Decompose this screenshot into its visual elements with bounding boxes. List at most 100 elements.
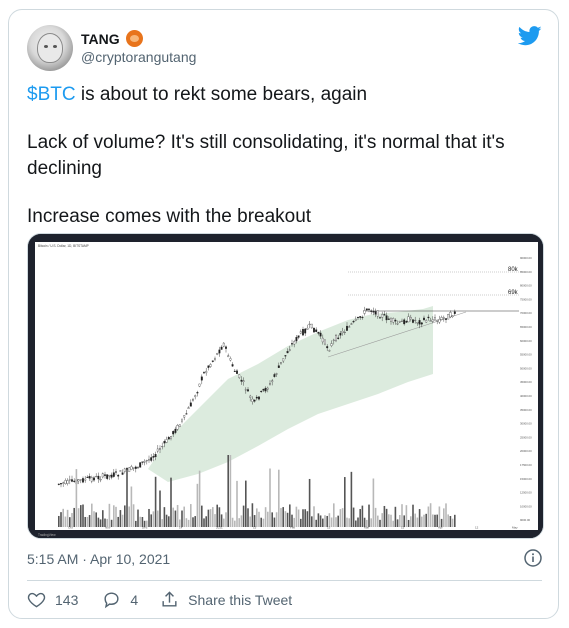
candle (88, 476, 91, 479)
candle (339, 333, 342, 336)
reply-button[interactable]: 4 (102, 590, 138, 609)
candle (233, 370, 236, 372)
volume-bar (280, 508, 282, 527)
candle (66, 480, 69, 484)
candle (405, 320, 408, 323)
volume-bar (348, 518, 350, 527)
candle (62, 482, 65, 484)
share-button[interactable]: Share this Tweet (160, 590, 292, 609)
candle (93, 477, 95, 481)
candle (381, 314, 384, 318)
candle (132, 467, 135, 469)
candle (295, 337, 298, 342)
volume-bar (284, 511, 287, 527)
candle (205, 370, 208, 374)
candle (321, 337, 324, 343)
candle (348, 326, 351, 328)
candle (207, 365, 210, 368)
volume-bar (154, 476, 157, 527)
candle (277, 365, 280, 368)
y-tick-label: 9000.00 (520, 518, 531, 522)
volume-bar (218, 507, 221, 527)
candle (288, 349, 291, 351)
volume-bar (275, 512, 278, 527)
volume-bar (234, 520, 236, 527)
candle (156, 448, 159, 452)
volume-bar (170, 477, 172, 527)
volume-bar (346, 517, 348, 527)
candle (244, 389, 247, 391)
candle (266, 387, 269, 390)
twitter-bird-icon[interactable] (518, 26, 542, 46)
candle (141, 461, 144, 463)
y-tick-label: 70000.00 (520, 311, 532, 315)
author-handle[interactable]: @cryptorangutang (81, 49, 196, 65)
candle (218, 349, 221, 354)
volume-bar (91, 503, 93, 527)
volume-bar (225, 512, 227, 527)
volume-bar (205, 516, 207, 527)
candle (335, 335, 337, 342)
candle (409, 317, 412, 320)
divider (27, 580, 542, 581)
candle (442, 317, 445, 319)
candle (343, 331, 346, 334)
volume-bar (379, 519, 381, 527)
heart-icon (27, 592, 46, 608)
candle (304, 328, 307, 334)
candle (86, 476, 89, 478)
x-tick-label: Oct (68, 526, 73, 530)
volume-bar (88, 515, 91, 527)
volume-bar (451, 518, 454, 527)
candle (396, 323, 399, 325)
volume-bar (242, 505, 245, 527)
candle (398, 321, 401, 323)
like-button[interactable]: 143 (27, 590, 78, 609)
volume-bar (390, 514, 392, 527)
volume-bar (172, 507, 174, 527)
volume-bar (150, 514, 152, 527)
y-tick-label: 85000.00 (520, 270, 532, 274)
volume-bar (339, 509, 342, 527)
chart-header-text: Bitcoin / U.S. Dollar, 1D, BITSTAMP (38, 244, 89, 248)
volume-bar (99, 519, 102, 527)
candle (326, 346, 329, 349)
candle (251, 398, 254, 402)
volume-bar (427, 506, 430, 527)
candle (394, 319, 397, 322)
volume-bar (267, 511, 269, 527)
avatar[interactable] (27, 25, 73, 71)
candle (97, 475, 100, 480)
candle (242, 380, 245, 382)
volume-bar (359, 509, 361, 527)
candle (106, 474, 109, 479)
y-tick-label: 45000.00 (520, 380, 532, 384)
chart-top-bar (28, 234, 543, 242)
x-tick-label: 15 (401, 526, 405, 530)
candle (273, 374, 276, 377)
volume-bar (207, 509, 210, 527)
volume-bar (245, 480, 247, 527)
volume-bar (412, 504, 414, 527)
tweet-timestamp[interactable]: 5:15 AM · Apr 10, 2021 (27, 551, 170, 567)
volume-bar (73, 507, 75, 527)
candle (352, 321, 355, 323)
volume-bar (117, 516, 119, 527)
volume-bar (93, 511, 95, 527)
volume-bar (295, 506, 298, 527)
volume-bar (341, 508, 344, 527)
cashtag-link[interactable]: $BTC (27, 84, 76, 105)
candle (172, 431, 175, 435)
tweet-card[interactable]: TANG @cryptorangutang $BTC is about to r… (8, 9, 559, 619)
volume-bar (370, 518, 372, 527)
candle (412, 319, 414, 323)
candle (341, 330, 344, 333)
y-tick-label: 20000.00 (520, 449, 532, 453)
volume-bar (110, 519, 113, 527)
volume-bar (357, 517, 359, 527)
info-icon[interactable] (524, 549, 542, 567)
x-tick-label: 2021 (216, 526, 223, 530)
author-name[interactable]: TANG (81, 31, 120, 47)
chart-image[interactable]: Bitcoin / U.S. Dollar, 1D, BITSTAMP 80k … (27, 233, 544, 539)
volume-bar (374, 507, 377, 527)
